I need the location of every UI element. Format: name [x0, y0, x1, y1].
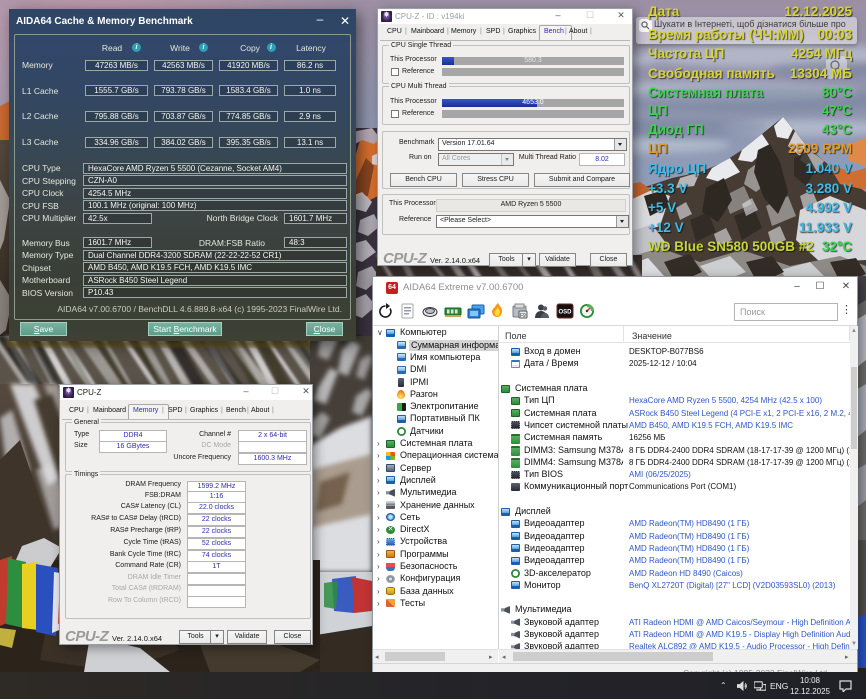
- svg-text:F9: F9: [520, 313, 526, 319]
- svg-text:OSD: OSD: [559, 310, 573, 316]
